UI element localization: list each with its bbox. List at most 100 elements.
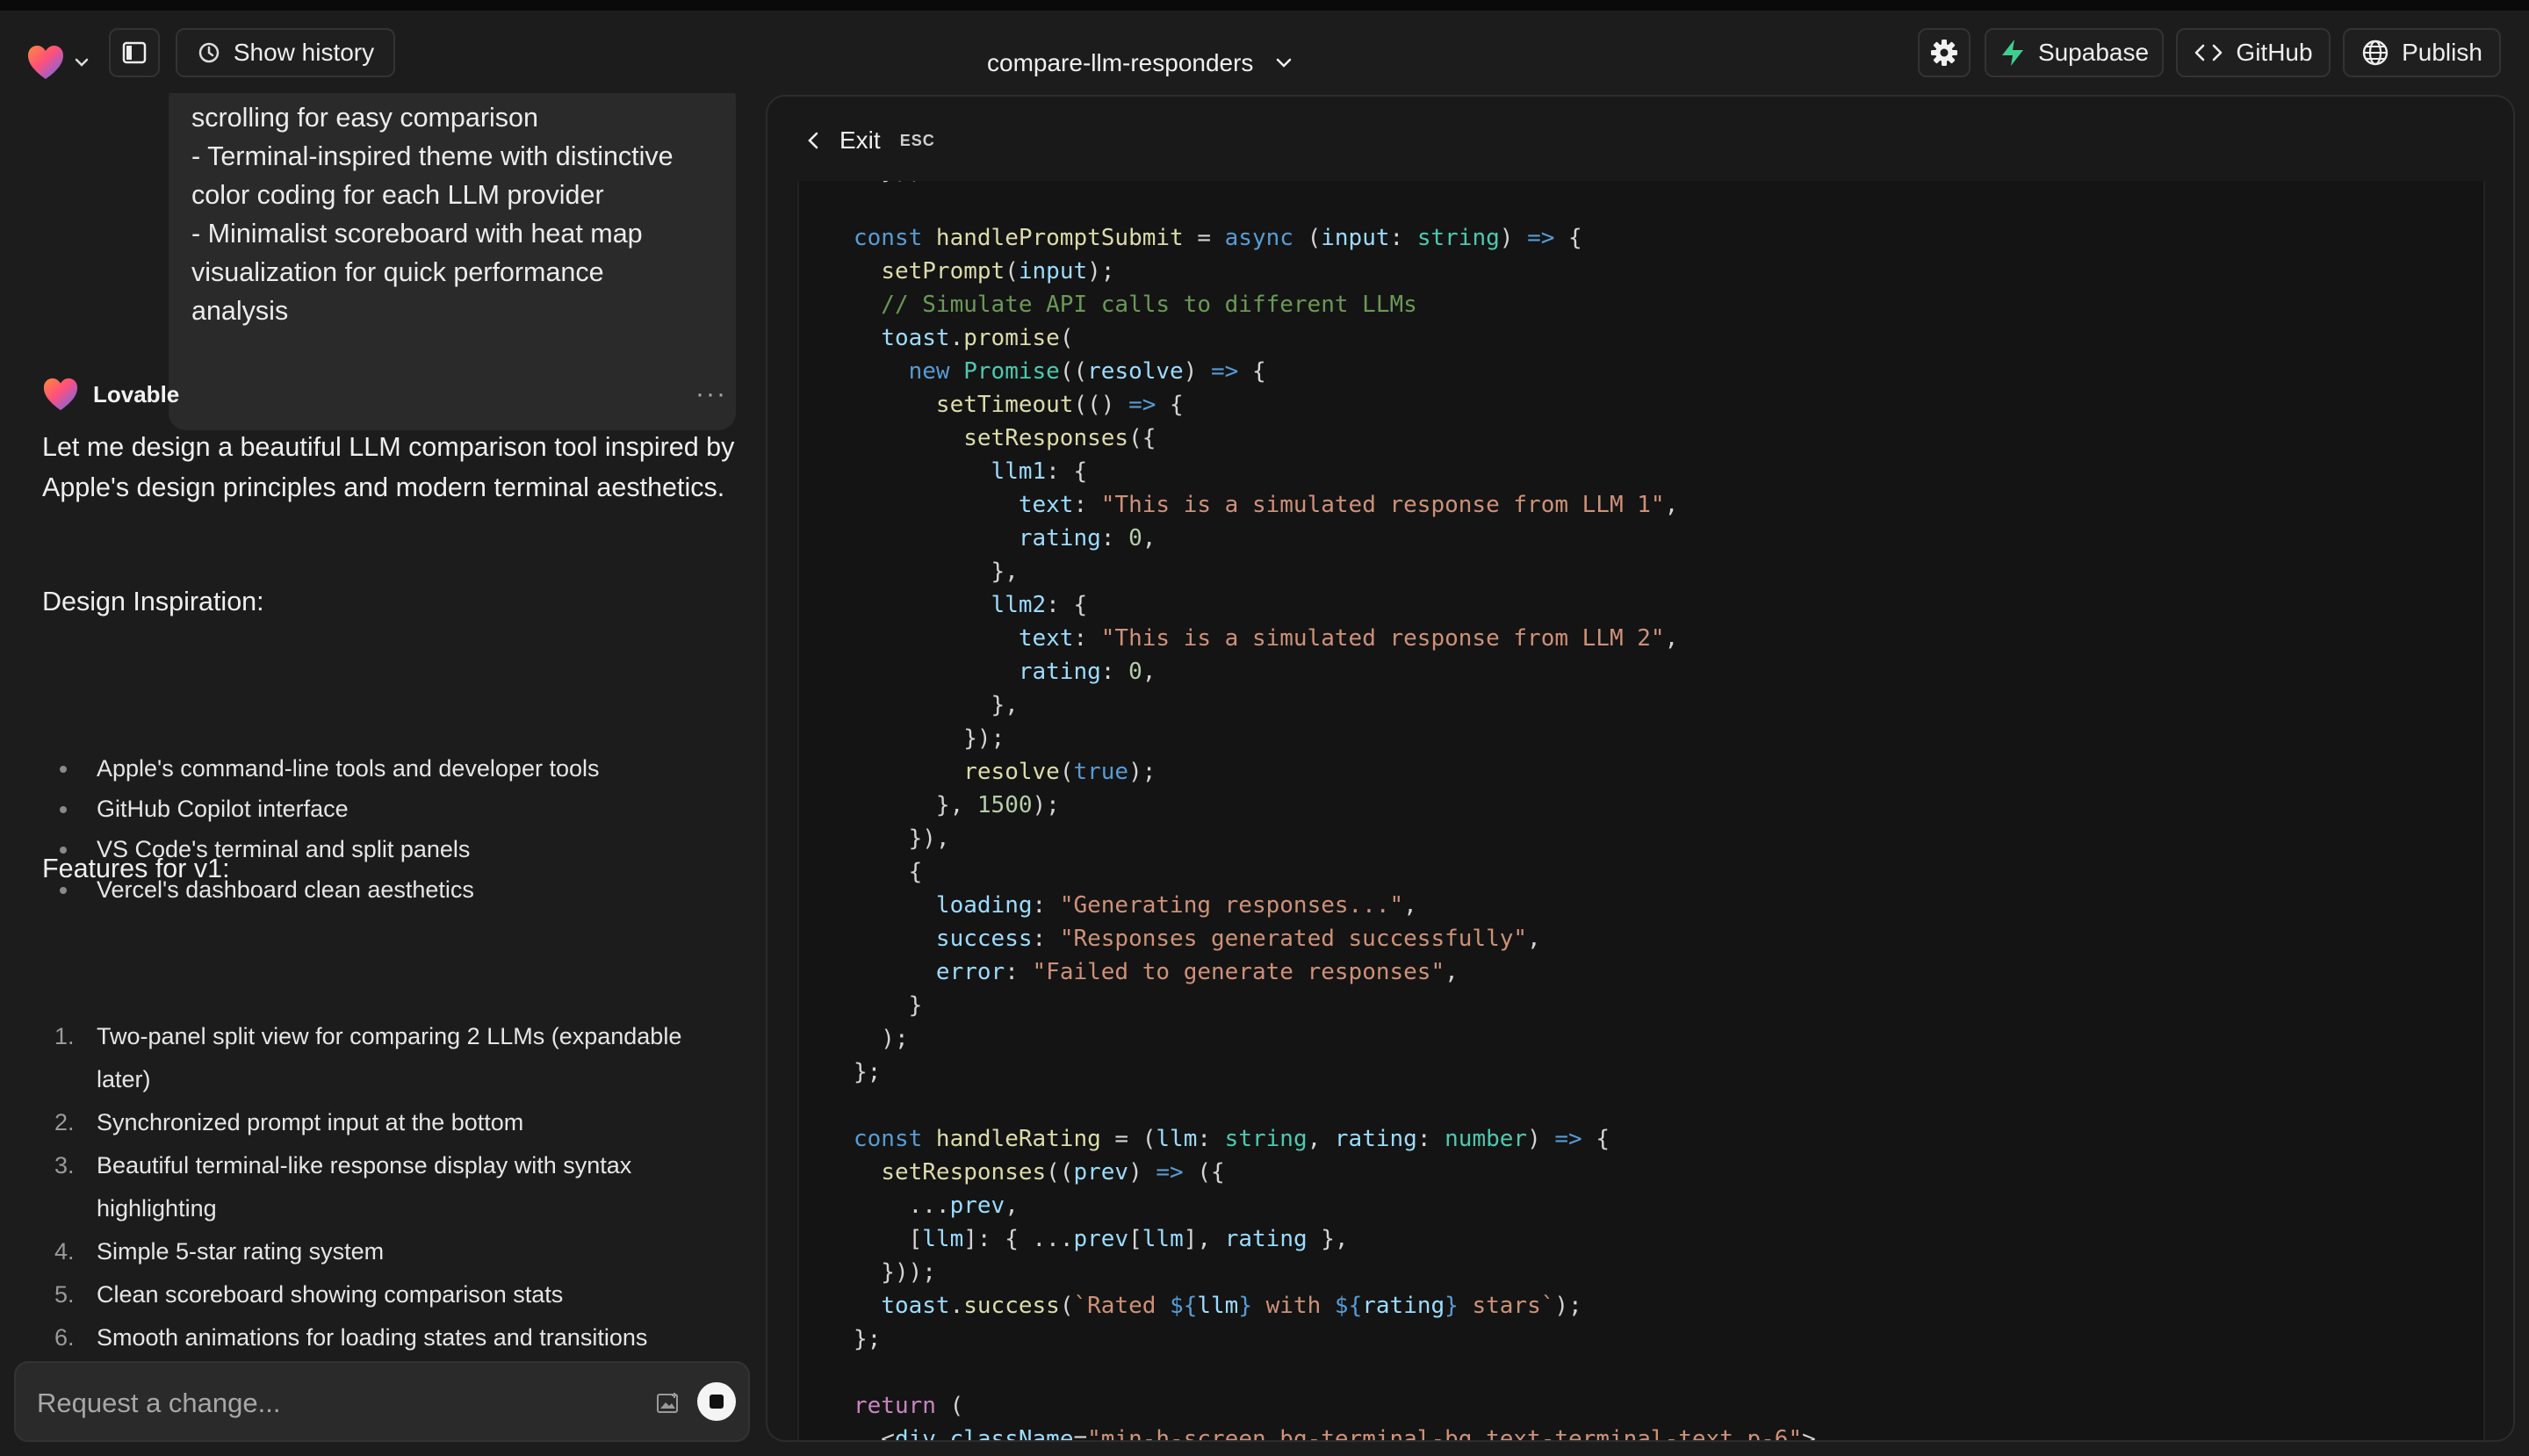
lovable-avatar-icon <box>43 378 78 411</box>
request-change-input[interactable] <box>35 1380 609 1426</box>
project-selector[interactable]: compare-llm-responders <box>987 46 1293 81</box>
code-token: : <box>1073 625 1101 652</box>
code-token: setResponses <box>881 1159 1047 1186</box>
stop-button[interactable] <box>697 1382 736 1421</box>
code-line: })); <box>854 1256 1816 1289</box>
supabase-button[interactable]: Supabase <box>1985 28 2164 77</box>
sidebar-toggle-button[interactable] <box>109 28 160 77</box>
list-number: 2. <box>54 1109 75 1135</box>
more-options-button[interactable]: ··· <box>695 379 727 409</box>
code-token: return <box>854 1393 936 1419</box>
github-button[interactable]: GitHub <box>2176 28 2331 77</box>
code-line: setTimeout(() => { <box>854 388 1816 422</box>
list-item: 3. Beautiful terminal-like response displ… <box>42 1144 727 1230</box>
code-token: , <box>1664 492 1679 518</box>
code-line: loading: "Generating responses...", <box>854 889 1816 922</box>
code-token: { <box>1554 225 1582 251</box>
code-token: }, <box>1307 1226 1349 1252</box>
code-token: => <box>1211 358 1239 385</box>
publish-button[interactable]: Publish <box>2343 28 2501 77</box>
code-token: , <box>1664 625 1679 652</box>
code-token: (() <box>1073 392 1129 418</box>
code-token: ${ <box>1170 1293 1198 1319</box>
lovable-logo-icon[interactable] <box>26 44 65 81</box>
code-token: => <box>1554 1126 1582 1152</box>
code-token: : <box>1416 1126 1445 1152</box>
project-name: compare-llm-responders <box>987 49 1254 76</box>
code-token: }, <box>854 559 1019 585</box>
globe-icon <box>2362 40 2388 66</box>
code-line: }, 1500); <box>854 789 1816 822</box>
code-token: { <box>1238 358 1266 385</box>
code-token: } <box>854 992 923 1019</box>
image-upload-icon[interactable] <box>655 1391 681 1416</box>
settings-button[interactable] <box>1918 28 1971 77</box>
code-token: prev <box>949 1193 1005 1219</box>
code-token: : <box>1032 892 1060 919</box>
code-line: text: "This is a simulated response from… <box>854 488 1816 522</box>
code-line: toast.promise( <box>854 321 1816 355</box>
code-token: const <box>854 225 936 251</box>
list-text: Clean scoreboard showing comparison stat… <box>97 1281 564 1308</box>
code-content: }),const handlePromptSubmit = async (inp… <box>799 181 1816 1440</box>
code-token: : <box>1032 926 1060 952</box>
user-message-line: - Minimalist scoreboard with heat map <box>191 219 643 249</box>
code-token: }), <box>854 181 922 184</box>
code-token: , <box>1005 1193 1019 1219</box>
code-line: [llm]: { ...prev[llm], rating }, <box>854 1222 1816 1256</box>
assistant-intro: Let me design a beautiful LLM comparison… <box>42 432 735 502</box>
show-history-label: Show history <box>233 39 375 66</box>
code-token: = ( <box>1100 1126 1156 1152</box>
code-token: }, <box>854 692 1019 718</box>
code-token: ) <box>1499 225 1528 251</box>
code-token: with <box>1252 1293 1335 1319</box>
code-token: ({ <box>1183 1159 1225 1186</box>
code-token: prev <box>1073 1226 1129 1252</box>
top-bar: Show history compare-llm-responders Supa… <box>0 0 2529 104</box>
code-token: llm <box>1197 1293 1239 1319</box>
code-token: : <box>1389 225 1417 251</box>
code-token: success <box>963 1293 1060 1319</box>
code-line: ...prev, <box>854 1189 1816 1222</box>
exit-button[interactable]: Exit ESC <box>806 123 935 158</box>
code-token: llm2 <box>991 592 1047 618</box>
chat-input-bar <box>14 1361 750 1442</box>
code-token: toast <box>881 325 950 351</box>
code-token: "Failed to generate responses" <box>1032 959 1445 985</box>
code-token: , <box>1403 892 1417 919</box>
code-token: [ <box>1128 1226 1142 1252</box>
show-history-button[interactable]: Show history <box>176 28 395 77</box>
chevron-down-icon[interactable] <box>72 53 91 72</box>
code-token: error <box>935 959 1005 985</box>
code-line: success: "Responses generated successful… <box>854 922 1816 955</box>
inspiration-list: Apple's command-line tools and developer… <box>42 748 745 910</box>
code-line: return ( <box>854 1389 1816 1423</box>
esc-hint: ESC <box>899 131 935 149</box>
publish-label: Publish <box>2402 39 2482 66</box>
github-label: GitHub <box>2236 39 2313 66</box>
user-message-line: visualization for quick performance <box>191 257 604 287</box>
code-editor[interactable]: }),const handlePromptSubmit = async (inp… <box>797 181 2485 1440</box>
code-token: 0 <box>1128 525 1142 551</box>
code-token: : <box>1100 525 1129 551</box>
code-token: Promise <box>963 358 1060 385</box>
code-token: [ <box>854 1226 923 1252</box>
code-token: : <box>1073 492 1101 518</box>
code-line: }, <box>854 688 1816 722</box>
assistant-name: Lovable <box>93 380 180 407</box>
code-token: , <box>1527 926 1541 952</box>
code-token: true <box>1073 759 1129 785</box>
code-token: rating <box>1334 1126 1417 1152</box>
list-text: Two-panel split view for comparing 2 LLM… <box>97 1023 682 1092</box>
code-token: })); <box>854 1259 936 1286</box>
list-item: 6. Smooth animations for loading states a… <box>42 1316 727 1359</box>
